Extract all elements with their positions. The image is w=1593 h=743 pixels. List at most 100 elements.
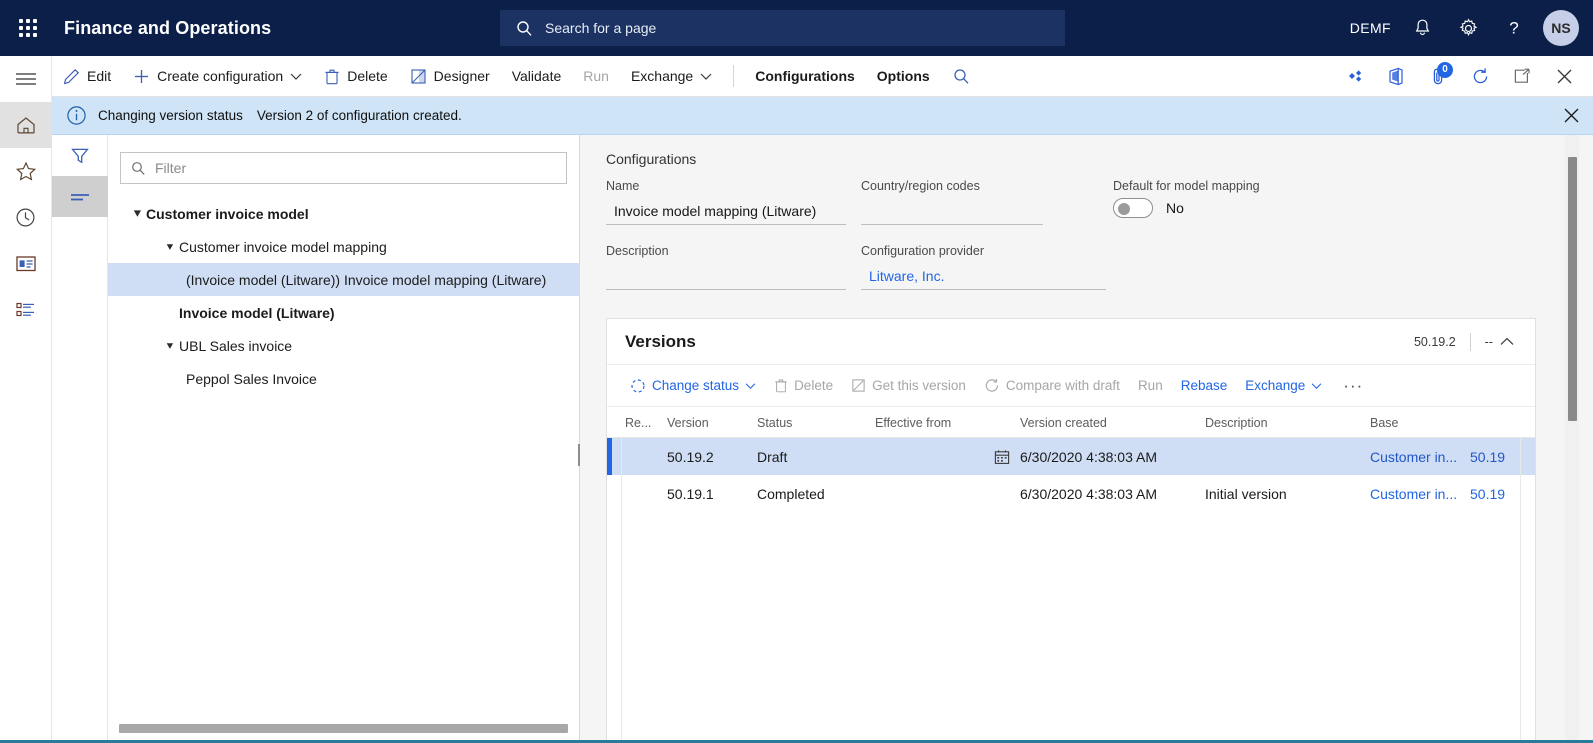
open-in-new-window-icon[interactable]: [1501, 56, 1543, 97]
close-icon[interactable]: [1543, 56, 1585, 97]
tree-node-peppol-sales-invoice[interactable]: Peppol Sales Invoice: [108, 362, 580, 395]
expand-caret-icon[interactable]: [128, 209, 146, 218]
provider-field[interactable]: Litware, Inc.: [861, 263, 1106, 290]
hamburger-menu-icon[interactable]: [0, 56, 52, 102]
message-bar: Changing version statusVersion 2 of conf…: [52, 97, 1593, 135]
list-lines-icon[interactable]: [52, 176, 108, 217]
cell-base-number[interactable]: 50.19: [1470, 486, 1530, 502]
versions-title: Versions: [625, 332, 696, 352]
column-header-version-created[interactable]: Version created: [1020, 416, 1205, 430]
expand-caret-icon[interactable]: [161, 342, 179, 350]
plus-icon: [133, 68, 150, 85]
question-mark-icon[interactable]: ?: [1491, 0, 1537, 56]
company-selector[interactable]: DEMF: [1342, 0, 1399, 56]
chevron-down-icon: [700, 72, 712, 81]
table-row[interactable]: 50.19.2 Draft 6/30/2020 4:38:03 AM Custo…: [607, 438, 1535, 475]
description-field[interactable]: [606, 263, 846, 290]
search-input[interactable]: Search for a page: [500, 10, 1065, 46]
avatar[interactable]: NS: [1543, 10, 1579, 46]
column-header-effective-from[interactable]: Effective from: [875, 416, 1020, 430]
tab-options[interactable]: Options: [866, 56, 941, 97]
refresh-icon[interactable]: [1459, 56, 1501, 97]
calendar-icon[interactable]: [994, 449, 1010, 465]
change-status-button[interactable]: Change status: [621, 365, 765, 407]
search-placeholder: Search for a page: [545, 20, 656, 36]
versions-overflow-button[interactable]: ···: [1331, 376, 1375, 396]
cell-status: Completed: [757, 486, 875, 502]
content-vertical-scrollbar-thumb[interactable]: [1568, 157, 1577, 421]
create-configuration-button[interactable]: Create configuration: [122, 56, 313, 97]
cell-base[interactable]: Customer in...: [1370, 449, 1470, 465]
page-title: Finance and Operations: [64, 18, 271, 39]
cell-base[interactable]: Customer in...: [1370, 486, 1470, 502]
tree-node-label: Invoice model (Litware): [179, 305, 335, 321]
tree-node-customer-invoice-model[interactable]: Customer invoice model: [108, 197, 580, 230]
tree-node-invoice-model-litware[interactable]: Invoice model (Litware): [108, 296, 580, 329]
delete-label: Delete: [347, 68, 387, 84]
app-root: Finance and Operations Search for a page…: [0, 0, 1593, 743]
validate-button[interactable]: Validate: [501, 56, 573, 97]
column-header-version[interactable]: Version: [667, 416, 757, 430]
expand-caret-icon[interactable]: [161, 243, 179, 251]
cell-status: Draft: [757, 449, 875, 465]
trash-icon: [324, 68, 340, 85]
rebase-label: Rebase: [1181, 378, 1228, 393]
gear-icon[interactable]: [1445, 0, 1491, 56]
name-field-group: Name Invoice model mapping (Litware): [606, 179, 846, 225]
filter-input[interactable]: Filter: [120, 152, 567, 184]
tree-node-invoice-model-mapping-litware[interactable]: (Invoice model (Litware)) Invoice model …: [108, 263, 580, 296]
bell-icon[interactable]: [1399, 0, 1445, 56]
info-icon: [66, 105, 87, 126]
app-launcher-icon[interactable]: [0, 0, 56, 56]
clock-icon[interactable]: [0, 194, 52, 240]
chevron-up-icon[interactable]: [1493, 337, 1521, 346]
column-header-base[interactable]: Base: [1370, 416, 1470, 430]
filter-icon[interactable]: [52, 135, 108, 176]
home-icon[interactable]: [0, 102, 52, 148]
header-divider: [1470, 333, 1471, 351]
tree-node-ubl-sales-invoice[interactable]: UBL Sales invoice: [108, 329, 580, 362]
column-header-status[interactable]: Status: [757, 416, 875, 430]
close-icon[interactable]: [1549, 97, 1593, 135]
modules-icon[interactable]: [0, 286, 52, 332]
tree-node-label: Customer invoice model mapping: [179, 239, 387, 255]
filter-placeholder: Filter: [155, 160, 186, 176]
configurations-section-title: Configurations: [606, 151, 696, 167]
cell-effective-from[interactable]: [875, 449, 1020, 465]
name-label: Name: [606, 179, 846, 193]
version-exchange-button[interactable]: Exchange: [1236, 365, 1331, 407]
designer-label: Designer: [434, 68, 490, 84]
tree-node-customer-invoice-model-mapping[interactable]: Customer invoice model mapping: [108, 230, 580, 263]
rebase-button[interactable]: Rebase: [1172, 365, 1237, 407]
version-exchange-label: Exchange: [1245, 378, 1305, 393]
tab-configurations[interactable]: Configurations: [744, 56, 866, 97]
tree-horizontal-scrollbar[interactable]: [119, 724, 568, 733]
attachments-icon[interactable]: 0: [1417, 56, 1459, 97]
message-bar-detail: Version 2 of configuration created.: [257, 108, 462, 123]
delete-button[interactable]: Delete: [313, 56, 398, 97]
configuration-tree-panel: Filter Customer invoice model Customer i…: [108, 135, 580, 743]
tree-node-label: Peppol Sales Invoice: [186, 371, 317, 387]
search-icon[interactable]: [941, 56, 983, 97]
name-field[interactable]: Invoice model mapping (Litware): [606, 198, 846, 225]
column-header-re[interactable]: Re...: [607, 416, 667, 430]
office-icon[interactable]: [1375, 56, 1417, 97]
pencil-icon: [63, 68, 80, 85]
provider-field-group: Configuration provider Litware, Inc.: [861, 244, 1106, 290]
description-label: Description: [606, 244, 846, 258]
default-model-mapping-toggle[interactable]: [1113, 198, 1153, 218]
star-icon[interactable]: [0, 148, 52, 194]
column-header-description[interactable]: Description: [1205, 416, 1370, 430]
default-model-mapping-label: Default for model mapping: [1113, 179, 1363, 193]
designer-button[interactable]: Designer: [399, 56, 501, 97]
edit-button[interactable]: Edit: [52, 56, 122, 97]
country-field[interactable]: [861, 198, 1043, 225]
cell-base-number[interactable]: 50.19: [1470, 449, 1530, 465]
exchange-button[interactable]: Exchange: [620, 56, 723, 97]
get-this-version-label: Get this version: [872, 378, 966, 393]
tree-node-label: UBL Sales invoice: [179, 338, 292, 354]
workspaces-icon[interactable]: [0, 240, 52, 286]
trash-icon: [774, 378, 788, 393]
share-icon[interactable]: [1333, 56, 1375, 97]
table-row[interactable]: 50.19.1 Completed 6/30/2020 4:38:03 AM I…: [607, 475, 1535, 512]
